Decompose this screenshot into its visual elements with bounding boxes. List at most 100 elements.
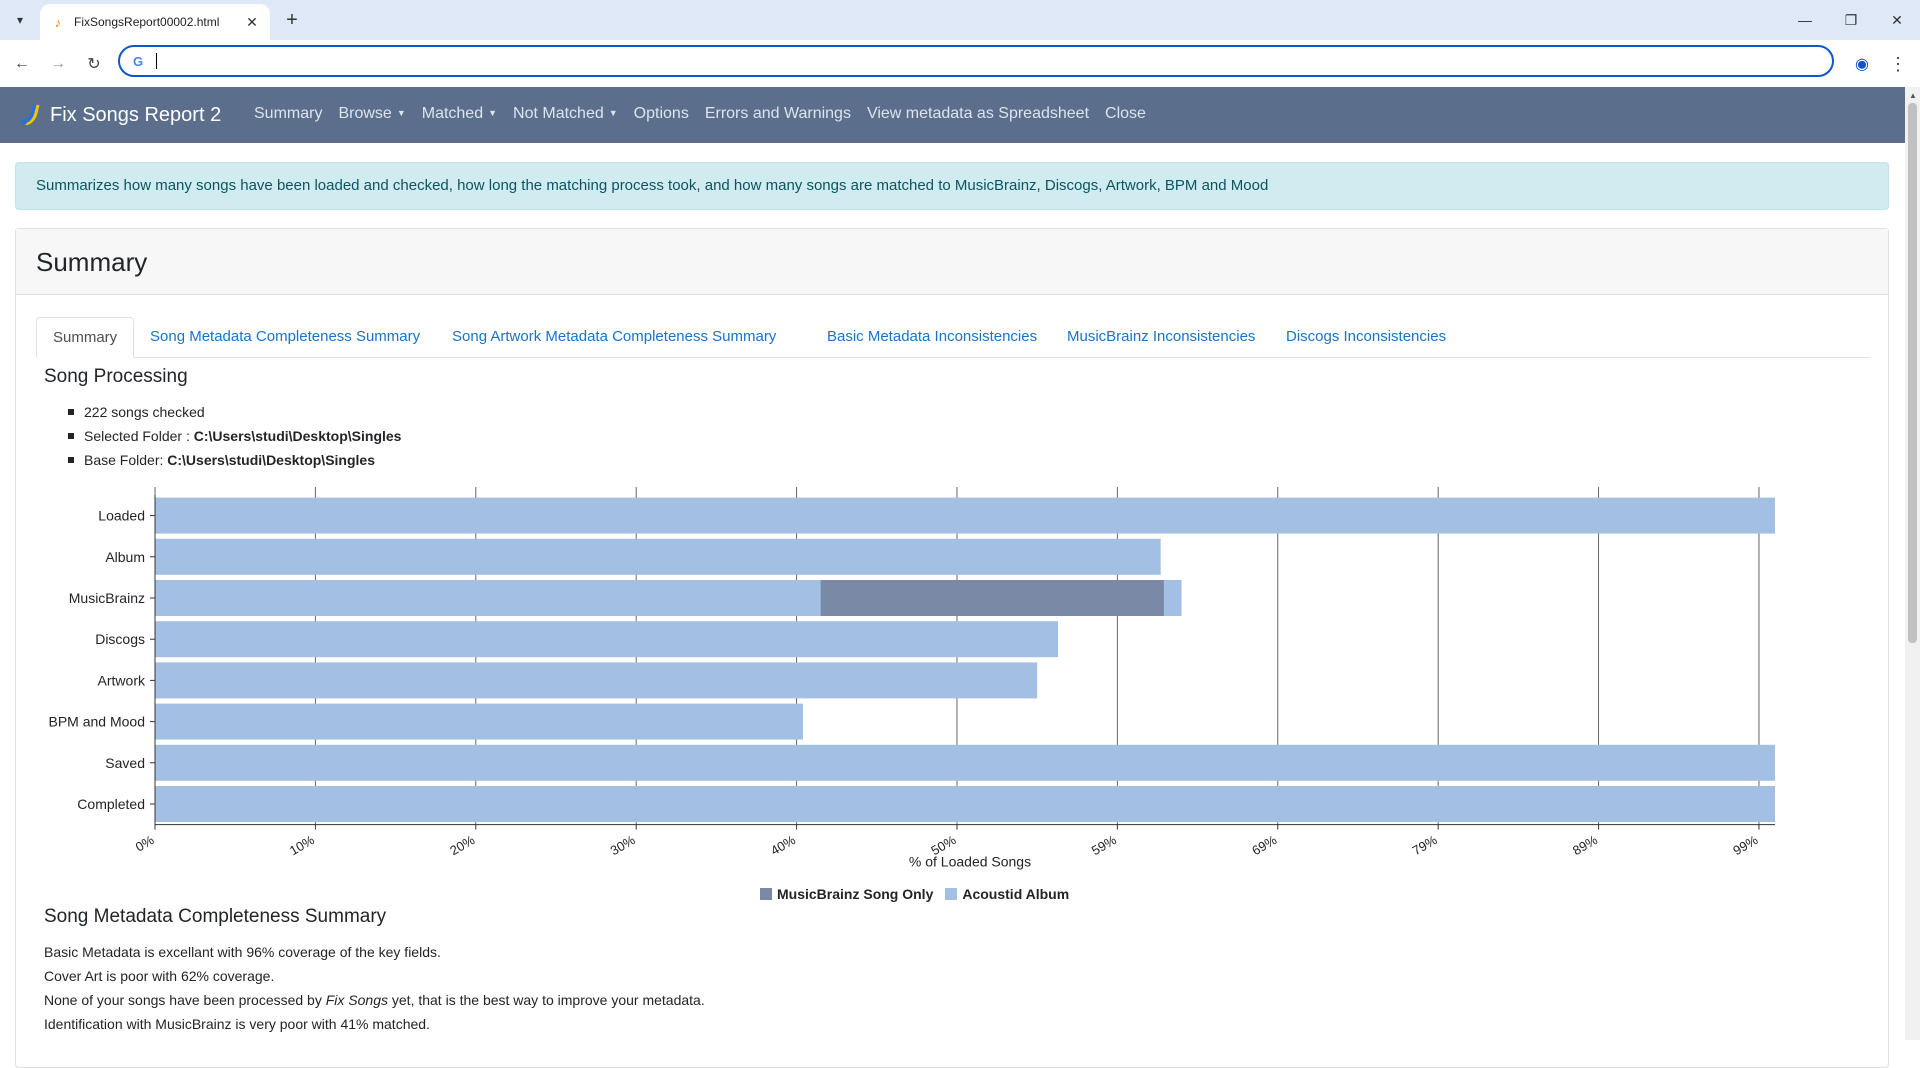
x-axis-label: % of Loaded Songs (909, 854, 1031, 870)
legend-swatch (760, 888, 772, 900)
x-tick-label: 20% (447, 832, 477, 858)
legend-item[interactable]: MusicBrainz Song Only (760, 886, 933, 902)
x-tick-label: 79% (1410, 832, 1440, 858)
card-header: Summary (16, 229, 1888, 295)
nav-spreadsheet[interactable]: View metadata as Spreadsheet (867, 105, 1089, 123)
info-alert: Summarizes how many songs have been load… (15, 162, 1889, 210)
nav-close[interactable]: Close (1105, 105, 1146, 123)
tab-song-artwork-completeness[interactable]: Song Artwork Metadata Completeness Summa… (436, 317, 792, 357)
tab-summary[interactable]: Summary (36, 317, 135, 358)
nav-matched-label: Matched (421, 105, 484, 122)
category-label: MusicBrainz (69, 590, 145, 606)
list-item: Selected Folder : C:\Users\studi\Desktop… (68, 424, 401, 448)
songs-checked: 222 songs checked (84, 404, 205, 420)
chart-legend: MusicBrainz Song Only Acoustid Album (760, 886, 1081, 902)
address-bar[interactable]: G (118, 45, 1834, 77)
x-tick-label: 59% (1089, 832, 1119, 858)
nav-options[interactable]: Options (634, 105, 689, 123)
category-label: Saved (105, 755, 145, 771)
legend-item[interactable]: Acoustid Album (945, 886, 1069, 902)
bar (155, 621, 1059, 658)
profile-icon[interactable]: ◉ (1848, 50, 1876, 78)
nav-browse[interactable]: Browse ▼ (338, 105, 405, 123)
nav-spreadsheet-label: View metadata as Spreadsheet (866, 105, 1090, 122)
forward-icon[interactable]: → (44, 50, 72, 78)
nav-summary-label: Summary (254, 105, 323, 122)
chevron-down-icon: ▼ (608, 108, 618, 118)
category-label: Discogs (95, 631, 145, 647)
completeness-heading: Song Metadata Completeness Summary (44, 906, 387, 927)
app-navbar: Fix Songs Report 2 Summary Browse ▼ Match… (0, 87, 1905, 143)
x-tick-label: 30% (608, 832, 638, 858)
reload-icon[interactable]: ↻ (80, 50, 108, 78)
summary-line-start: None of your songs have been processed b… (44, 992, 326, 1008)
selected-folder-value: C:\Users\studi\Desktop\Singles (193, 428, 402, 444)
text-caret (156, 53, 157, 69)
tab-basic-metadata-inconsistencies[interactable]: Basic Metadata Inconsistencies (811, 317, 1053, 357)
category-label: Artwork (98, 672, 146, 688)
brand-title: Fix Songs Report 2 (50, 103, 222, 126)
browser-chrome: ▾ ♪ FixSongsReport00002.html ✕ + — ❐ ✕ ←… (0, 0, 1920, 87)
tab-strip: ▾ ♪ FixSongsReport00002.html ✕ + — ❐ ✕ (0, 0, 1920, 40)
nav-browse-label: Browse (338, 105, 392, 122)
restore-icon[interactable]: ❐ (1828, 6, 1874, 34)
category-label: Album (105, 549, 145, 565)
tab-discogs-inconsistencies[interactable]: Discogs Inconsistencies (1270, 317, 1462, 357)
bar (155, 703, 803, 740)
nav-options-label: Options (633, 105, 689, 122)
bar (155, 538, 1161, 575)
page-scrollbar[interactable]: ▲ (1905, 87, 1920, 1040)
scroll-up-icon[interactable]: ▲ (1909, 91, 1917, 100)
summary-line: None of your songs have been processed b… (44, 988, 705, 1012)
google-icon: G (132, 53, 144, 69)
menu-icon[interactable]: ⋮ (1884, 50, 1912, 78)
minimize-icon[interactable]: — (1782, 6, 1828, 34)
list-item: 222 songs checked (68, 400, 401, 424)
legend-label: MusicBrainz Song Only (777, 886, 934, 902)
close-window-icon[interactable]: ✕ (1874, 6, 1920, 34)
music-note-icon: ♪ (54, 14, 62, 30)
base-folder-value: C:\Users\studi\Desktop\Singles (167, 452, 375, 468)
summary-line-end: yet, that is the best way to improve you… (388, 992, 705, 1008)
x-tick-label: 89% (1570, 832, 1600, 858)
new-tab-icon[interactable]: + (280, 8, 304, 32)
tab-song-metadata-completeness[interactable]: Song Metadata Completeness Summary (134, 317, 436, 357)
nav-matched[interactable]: Matched ▼ (422, 105, 497, 123)
address-input[interactable] (156, 51, 1820, 73)
base-folder-label: Base Folder: (84, 452, 168, 468)
nav-errors-label: Errors and Warnings (704, 105, 851, 122)
x-tick-label: 0% (133, 832, 157, 855)
nav-errors-warnings[interactable]: Errors and Warnings (705, 105, 851, 123)
nav-not-matched[interactable]: Not Matched ▼ (513, 105, 618, 123)
nav-links: Summary Browse ▼ Matched ▼ Not Matched ▼ Op… (254, 105, 1162, 123)
back-icon[interactable]: ← (8, 50, 36, 78)
tab-musicbrainz-inconsistencies[interactable]: MusicBrainz Inconsistencies (1051, 317, 1271, 357)
x-tick-label: 10% (287, 832, 317, 858)
x-tick-label: 40% (768, 832, 798, 858)
scrollbar-thumb[interactable] (1908, 103, 1917, 643)
tab-title: FixSongsReport00002.html (74, 15, 220, 29)
nav-summary[interactable]: Summary (254, 105, 322, 123)
category-label: BPM and Mood (49, 714, 146, 730)
summary-line: Cover Art is poor with 62% coverage. (44, 968, 275, 984)
summary-line: Identification with MusicBrainz is very … (44, 1016, 430, 1032)
processing-list: 222 songs checked Selected Folder : C:\U… (68, 400, 401, 472)
card-title: Summary (36, 247, 148, 277)
loaded-songs-chart: Loaded Album MusicBrainz Discogs Artwork BPM … (49, 487, 1775, 870)
logo-icon (21, 103, 40, 125)
brand[interactable]: Fix Songs Report 2 (18, 101, 221, 129)
bar (155, 744, 1775, 781)
legend-swatch (945, 888, 958, 900)
bar (155, 497, 1775, 534)
x-tick-label: 99% (1730, 832, 1760, 858)
summary-line: Basic Metadata is excellant with 96% cov… (44, 944, 441, 960)
browser-tab[interactable]: ♪ FixSongsReport00002.html ✕ (40, 4, 270, 40)
summary-tabs: Summary Song Metadata Completeness Summa… (36, 317, 1870, 358)
tab-search-icon[interactable]: ▾ (8, 8, 32, 32)
nav-close-label: Close (1105, 105, 1146, 122)
chevron-down-icon: ▼ (396, 108, 406, 118)
selected-folder-label: Selected Folder : (84, 428, 194, 444)
bar (155, 662, 1038, 699)
x-tick-label: 69% (1249, 832, 1279, 858)
close-tab-icon[interactable]: ✕ (242, 12, 262, 32)
